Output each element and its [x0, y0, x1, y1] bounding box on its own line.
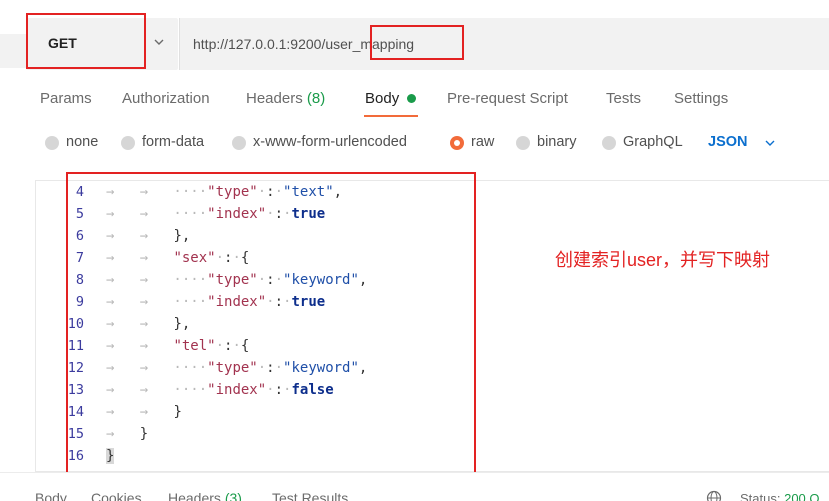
response-status: Status: 200 O: [740, 491, 820, 501]
method-highlight-box: [26, 13, 146, 69]
code-highlight-box: [66, 172, 476, 475]
tab-params[interactable]: Params: [40, 90, 92, 107]
chevron-down-icon[interactable]: [153, 36, 165, 48]
url-highlight-box: [370, 25, 464, 60]
tab-headers[interactable]: Headers (8): [246, 90, 325, 107]
tab-settings[interactable]: Settings: [674, 90, 728, 107]
radio-none[interactable]: [45, 136, 59, 150]
annotation-text: 创建索引user，并写下映射: [555, 250, 771, 270]
radio-binary-label[interactable]: binary: [537, 134, 577, 150]
status-value: 200 O: [784, 491, 820, 501]
tab-tests[interactable]: Tests: [606, 90, 641, 107]
radio-none-label[interactable]: none: [66, 134, 98, 150]
radio-raw-label[interactable]: raw: [471, 134, 494, 150]
tab-body[interactable]: Body: [365, 90, 399, 107]
radio-form-data[interactable]: [121, 136, 135, 150]
radio-form-data-label[interactable]: form-data: [142, 134, 204, 150]
response-tab-headers-label: Headers: [168, 490, 221, 501]
response-tab-cookies[interactable]: Cookies: [91, 490, 142, 501]
tab-pre-request-script[interactable]: Pre-request Script: [447, 90, 568, 107]
globe-icon[interactable]: [706, 490, 722, 501]
response-tab-headers[interactable]: Headers (3): [168, 490, 242, 501]
response-tab-body[interactable]: Body: [35, 490, 67, 501]
radio-graphql[interactable]: [602, 136, 616, 150]
radio-binary[interactable]: [516, 136, 530, 150]
body-format-select[interactable]: JSON: [708, 134, 748, 150]
radio-graphql-label[interactable]: GraphQL: [623, 134, 683, 150]
radio-raw[interactable]: [450, 136, 464, 150]
active-tab-indicator: [364, 115, 418, 117]
response-tab-headers-count: (3): [224, 490, 242, 501]
response-tab-test-results[interactable]: Test Results: [272, 490, 348, 501]
radio-x-www-form-urlencoded[interactable]: [232, 136, 246, 150]
radio-x-www-form-urlencoded-label[interactable]: x-www-form-urlencoded: [253, 134, 407, 150]
tab-headers-count: (8): [306, 90, 326, 107]
tab-headers-label: Headers: [246, 90, 303, 107]
chevron-down-icon[interactable]: [764, 137, 776, 149]
status-label: Status:: [740, 491, 781, 501]
body-modified-dot: [407, 94, 416, 103]
tab-authorization[interactable]: Authorization: [122, 90, 210, 107]
sidebar-edge: [0, 34, 26, 68]
